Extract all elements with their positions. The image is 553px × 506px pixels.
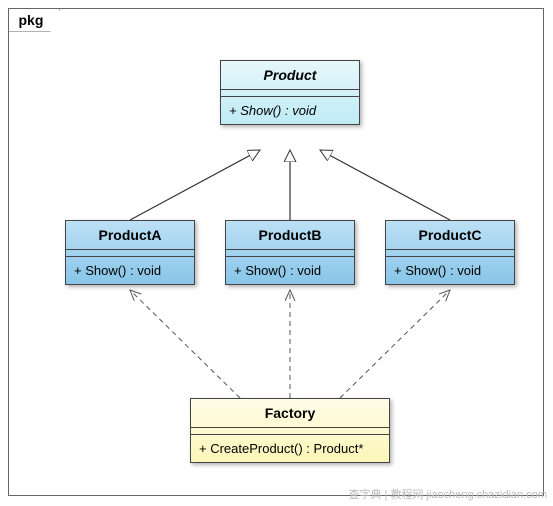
class-factory: Factory + CreateProduct() : Product* xyxy=(190,398,390,463)
class-product: Product + Show() : void xyxy=(220,60,360,125)
class-productA: ProductA + Show() : void xyxy=(65,220,195,285)
class-product-name: Product xyxy=(221,61,359,90)
class-factory-op: + CreateProduct() : Product* xyxy=(191,435,389,462)
class-factory-name: Factory xyxy=(191,399,389,428)
class-factory-attrs xyxy=(191,428,389,435)
watermark-text: 查字典 | 教程网 jiaocheng.chazidian.com xyxy=(349,486,548,502)
class-product-op: + Show() : void xyxy=(221,97,359,124)
class-productC-attrs xyxy=(386,250,514,257)
class-productC-op: + Show() : void xyxy=(386,257,514,284)
class-productB-name: ProductB xyxy=(226,221,354,250)
class-product-attrs xyxy=(221,90,359,97)
class-productB-attrs xyxy=(226,250,354,257)
package-label: pkg xyxy=(8,8,61,32)
class-productB: ProductB + Show() : void xyxy=(225,220,355,285)
diagram-canvas: pkg Product + Show() : void ProductA + S… xyxy=(0,0,553,506)
class-productC: ProductC + Show() : void xyxy=(385,220,515,285)
class-productA-name: ProductA xyxy=(66,221,194,250)
class-productB-op: + Show() : void xyxy=(226,257,354,284)
class-productA-op: + Show() : void xyxy=(66,257,194,284)
class-productC-name: ProductC xyxy=(386,221,514,250)
class-productA-attrs xyxy=(66,250,194,257)
